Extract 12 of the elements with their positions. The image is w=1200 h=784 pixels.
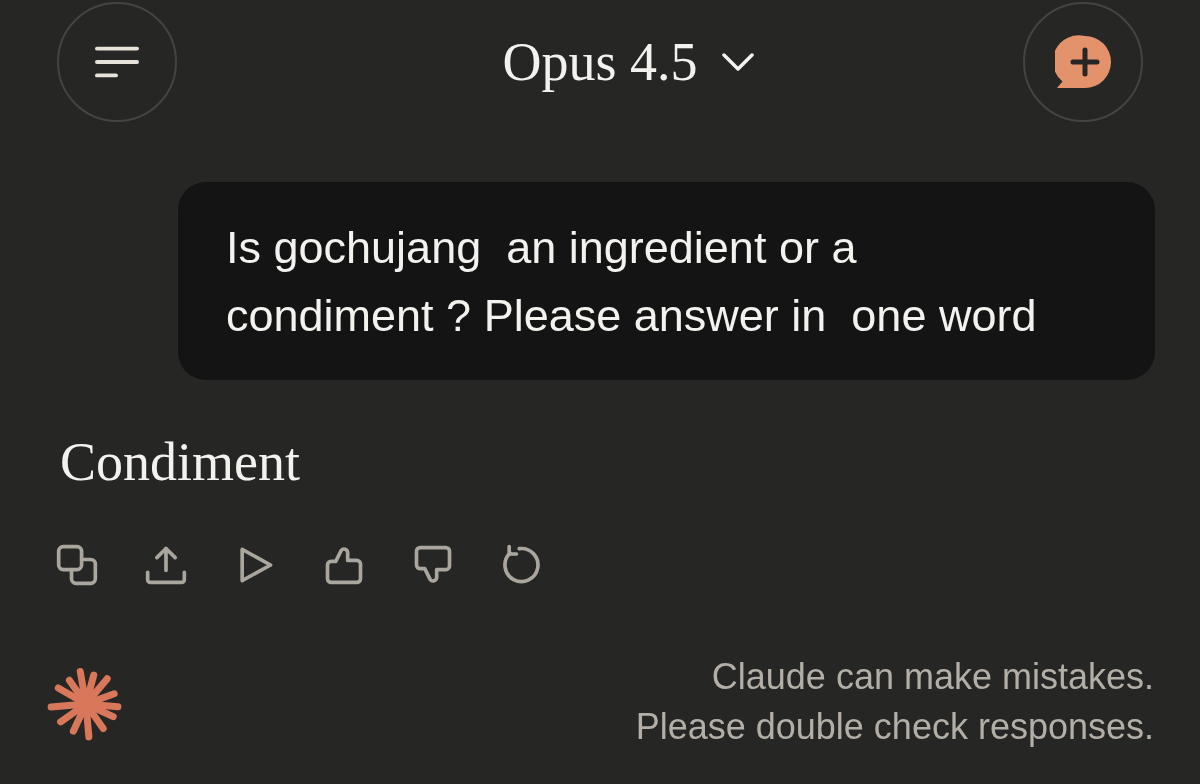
- copy-icon: [55, 543, 99, 587]
- copy-button[interactable]: [54, 542, 100, 588]
- disclaimer-text: Please double check responses.: [635, 705, 1154, 749]
- assistant-response: Condiment: [60, 432, 300, 492]
- menu-button[interactable]: [57, 2, 177, 122]
- new-chat-icon: [1055, 34, 1111, 90]
- new-chat-button[interactable]: [1023, 2, 1143, 122]
- disclaimer-text: Claude can make mistakes.: [711, 655, 1154, 699]
- model-selector[interactable]: Opus 4.5: [502, 32, 754, 92]
- user-message-text: Is gochujang an ingredient or a condiment ? Please answer in one word: [226, 221, 1038, 343]
- chevron-down-icon: [721, 53, 754, 71]
- menu-icon: [95, 46, 139, 78]
